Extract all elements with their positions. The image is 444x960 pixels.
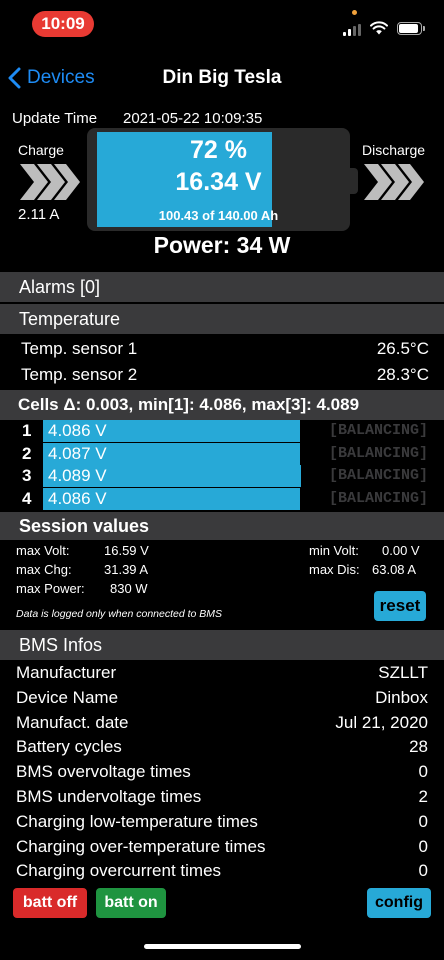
min-volt-value: 0.00 V (382, 543, 420, 558)
battery-icon (397, 22, 425, 35)
bms-info-value: 28 (409, 737, 428, 757)
bms-info-key: Charging low-temperature times (16, 811, 258, 831)
bms-info-row: Manufact. date Jul 21, 2020 (0, 711, 444, 735)
cell-row: 1 4.086 V [BALANCING] (0, 420, 444, 442)
discharge-label: Discharge (362, 142, 426, 158)
cell-voltage: 4.086 V (48, 421, 107, 440)
bms-info-key: Battery cycles (16, 737, 122, 757)
bms-info-row: Charging low-temperature times 0 (0, 810, 444, 834)
cell-balancing-status: [BALANCING] (328, 467, 428, 484)
bms-info-row: Charging over-temperature times 0 (0, 835, 444, 859)
bms-info-row: Manufacturer SZLLT (0, 661, 444, 685)
bms-info-key: BMS undervoltage times (16, 787, 202, 806)
cell-voltage: 4.087 V (48, 443, 107, 463)
battery-terminal (350, 168, 358, 194)
bms-info-row: Device Name Dinbox (0, 686, 444, 710)
page-title: Din Big Tesla (162, 67, 282, 88)
status-bar: 10:09 (0, 0, 444, 50)
temp-sensor-name: Temp. sensor 1 (21, 339, 138, 358)
bms-info-value: 0 (418, 836, 428, 856)
max-volt-value: 16.59 V (104, 543, 149, 558)
cell-balancing-status: [BALANCING] (328, 422, 428, 439)
cell-row: 2 4.087 V [BALANCING] (0, 442, 444, 465)
home-indicator[interactable] (144, 944, 301, 949)
remaining-capacity: 100.43 of 140.00 Ah (158, 208, 279, 223)
session-note: Data is logged only when connected to BM… (16, 608, 223, 620)
bms-info-value: SZLLT (378, 663, 428, 682)
cell-index: 3 (22, 466, 32, 485)
discharge-arrows-icon (364, 164, 424, 200)
cell-voltage: 4.086 V (48, 488, 107, 508)
bms-info-key: Manufact. date (16, 712, 129, 732)
temp-sensor-value: 26.5°C (376, 339, 429, 358)
wifi-icon (370, 21, 388, 35)
cells-summary-header: Cells Δ: 0.003, min[1]: 4.086, max[3]: 4… (0, 390, 444, 420)
pack-voltage: 16.34 V (175, 168, 262, 196)
bms-info-key: Manufacturer (16, 663, 117, 682)
cell-voltage: 4.089 V (48, 466, 107, 485)
update-time-value: 2021-05-22 10:09:35 (123, 110, 263, 127)
temperature-header: Temperature (0, 304, 444, 334)
config-button[interactable]: config (367, 888, 431, 918)
temp-sensor-name: Temp. sensor 2 (21, 365, 138, 384)
cell-row: 3 4.089 V [BALANCING] (0, 465, 444, 487)
charge-current: 2.11 A (18, 206, 60, 223)
bms-info-row: BMS overvoltage times 0 (0, 760, 444, 784)
bms-info-value: 2 (418, 787, 428, 806)
max-dis-value: 63.08 A (372, 562, 417, 577)
status-time: 10:09 (32, 11, 94, 37)
camera-indicator-icon (352, 10, 357, 15)
max-power-value: 830 W (110, 581, 148, 596)
batt-off-button[interactable]: batt off (13, 888, 87, 918)
bms-info-key: Charging overcurrent times (16, 861, 222, 881)
cell-index: 1 (22, 421, 32, 440)
alarms-header[interactable]: Alarms [0] (0, 272, 444, 302)
bms-info-value: Dinbox (375, 687, 428, 707)
max-power-label: max Power: (16, 581, 85, 596)
update-time-label: Update Time (12, 110, 98, 127)
session-header: Session values (0, 512, 444, 540)
cellular-signal-icon (343, 24, 363, 36)
bms-info-row: Battery cycles 28 (0, 735, 444, 759)
power-readout: Power: 34 W (153, 232, 291, 258)
bms-infos-header: BMS Infos (0, 630, 444, 660)
cell-index: 4 (22, 488, 32, 508)
min-volt-label: min Volt: (309, 543, 359, 558)
temp-sensor-row: Temp. sensor 1 26.5°C (0, 336, 444, 361)
bms-info-key: BMS overvoltage times (16, 762, 191, 782)
battery-summary: Update Time 2021-05-22 10:09:35 Charge 2… (0, 104, 444, 270)
max-volt-label: max Volt: (16, 543, 70, 558)
cell-row: 4 4.086 V [BALANCING] (0, 487, 444, 510)
charge-label: Charge (18, 142, 64, 158)
bms-info-value: Jul 21, 2020 (335, 712, 428, 732)
bms-info-key: Charging over-temperature times (16, 836, 266, 856)
bms-info-value: 0 (418, 762, 428, 782)
bms-info-row: BMS undervoltage times 2 (0, 785, 444, 809)
bms-info-key: Device Name (16, 687, 119, 707)
batt-on-button[interactable]: batt on (96, 888, 166, 918)
max-chg-value: 31.39 A (104, 562, 149, 577)
charge-arrows-icon (20, 164, 80, 200)
state-of-charge: 72 % (190, 136, 247, 164)
bms-info-row: Charging overcurrent times 0 (0, 859, 444, 883)
temp-sensor-row: Temp. sensor 2 28.3°C (0, 362, 444, 387)
max-chg-label: max Chg: (16, 562, 72, 577)
bms-info-value: 0 (418, 861, 428, 881)
max-dis-label: max Dis: (309, 562, 360, 577)
nav-bar: Devices Din Big Tesla (0, 58, 444, 98)
cell-balancing-status: [BALANCING] (328, 444, 428, 462)
reset-button[interactable]: reset (374, 591, 426, 621)
cell-balancing-status: [BALANCING] (328, 489, 428, 507)
cell-index: 2 (22, 443, 32, 463)
bms-info-value: 0 (418, 811, 428, 831)
temp-sensor-value: 28.3°C (376, 365, 429, 384)
